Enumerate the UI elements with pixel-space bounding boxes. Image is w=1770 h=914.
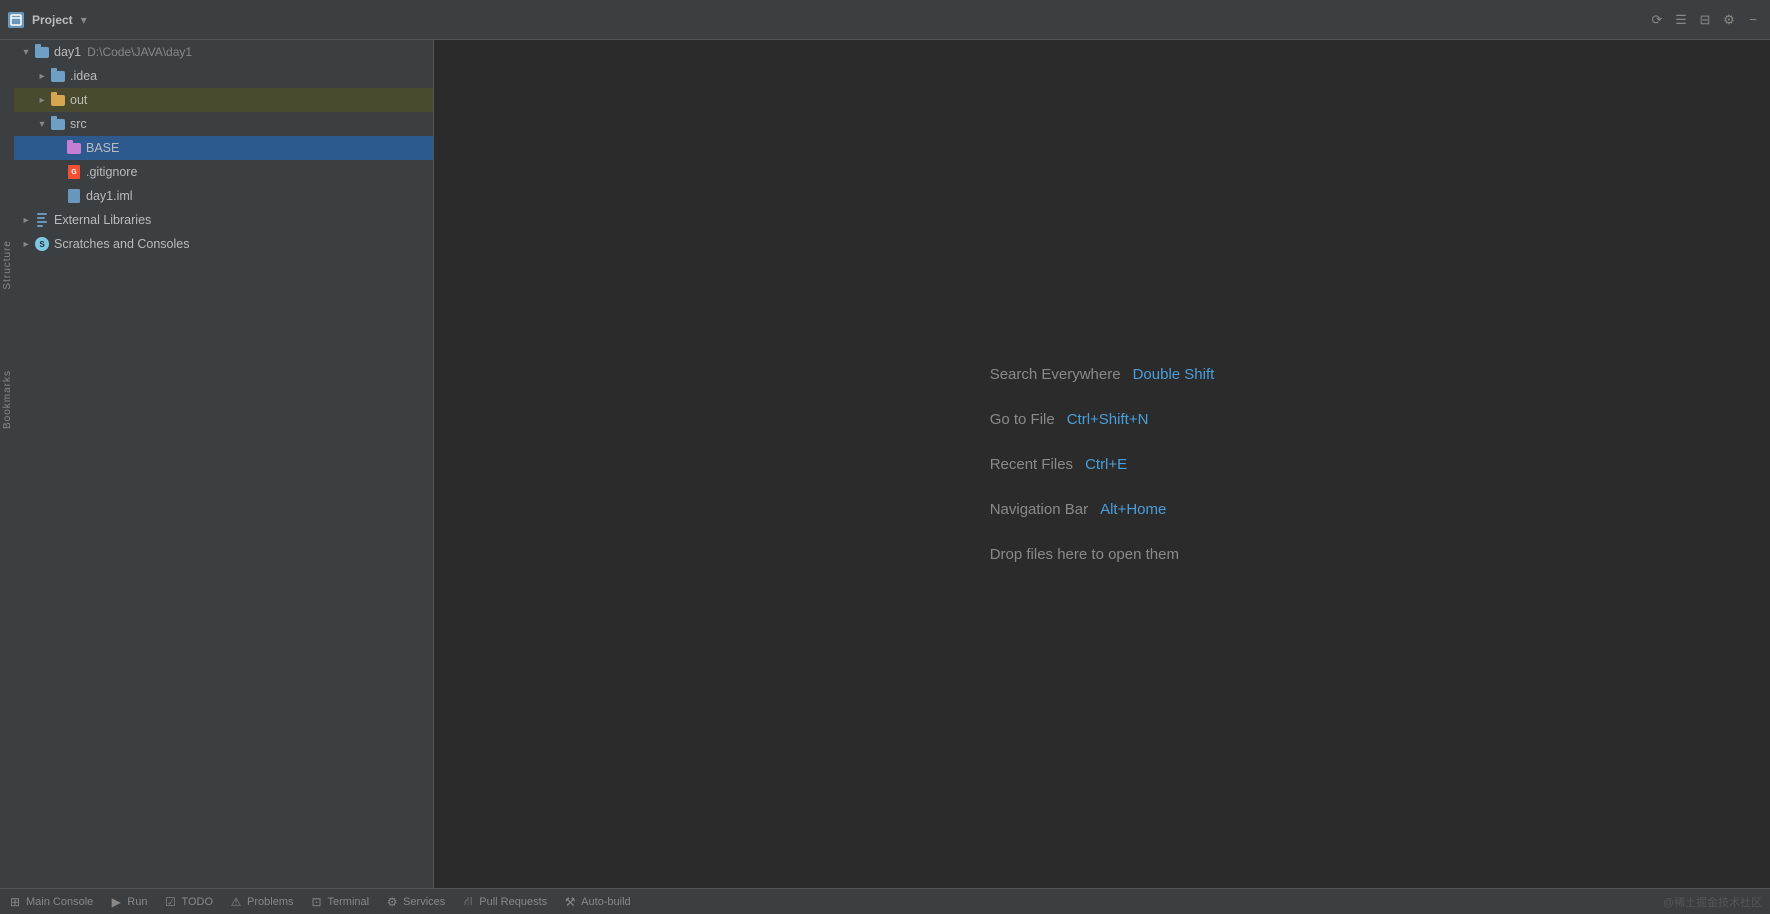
- sort-button[interactable]: ☰: [1672, 11, 1690, 29]
- goto-file-shortcut[interactable]: Ctrl+Shift+N: [1067, 411, 1149, 428]
- navigation-bar-label: Navigation Bar: [990, 501, 1088, 518]
- title-bar-left: Project ▾: [8, 12, 87, 28]
- recent-files-shortcut[interactable]: Ctrl+E: [1085, 456, 1127, 473]
- idea-folder-icon: [50, 68, 66, 84]
- navigation-bar-shortcut[interactable]: Alt+Home: [1100, 501, 1166, 518]
- out-folder-icon: [50, 92, 66, 108]
- tree-item-scratches[interactable]: S Scratches and Consoles: [14, 232, 433, 256]
- root-name: day1: [54, 45, 81, 59]
- tree-item-gitignore[interactable]: G .gitignore: [14, 160, 433, 184]
- out-arrow: [34, 92, 50, 108]
- pullreq-label: Pull Requests: [479, 896, 547, 908]
- todo-label: TODO: [181, 896, 213, 908]
- root-arrow: [18, 44, 34, 60]
- status-todo[interactable]: ☑ TODO: [163, 895, 213, 909]
- main-content: Structure Bookmarks day1 D:\Code\JAVA\da…: [0, 40, 1770, 888]
- run-icon: ▶: [109, 895, 123, 909]
- base-arrow: [50, 140, 66, 156]
- search-everywhere-shortcut[interactable]: Double Shift: [1133, 366, 1215, 383]
- base-folder-icon: [66, 140, 82, 156]
- src-label: src: [70, 117, 87, 131]
- tree-item-external-libs[interactable]: External Libraries: [14, 208, 433, 232]
- autobuild-label: Auto-build: [581, 896, 631, 908]
- status-bar: ⊞ Main Console ▶ Run ☑ TODO ⚠ Problems ⊡…: [0, 888, 1770, 914]
- titlebar-dropdown-arrow[interactable]: ▾: [81, 13, 87, 27]
- recent-files-label: Recent Files: [990, 456, 1073, 473]
- problems-icon: ⚠: [229, 895, 243, 909]
- search-everywhere-row: Search Everywhere Double Shift: [990, 366, 1215, 383]
- scratches-arrow: [18, 236, 34, 252]
- status-services[interactable]: ⚙ Services: [385, 895, 445, 909]
- src-arrow: [34, 116, 50, 132]
- status-pullreq[interactable]: ⛙ Pull Requests: [461, 895, 547, 909]
- tree-item-idea[interactable]: .idea: [14, 64, 433, 88]
- tree-item-out[interactable]: out: [14, 88, 433, 112]
- tree-item-root[interactable]: day1 D:\Code\JAVA\day1: [14, 40, 433, 64]
- tree-item-base[interactable]: BASE: [14, 136, 433, 160]
- extlibs-arrow: [18, 212, 34, 228]
- extlibs-icon: [34, 212, 50, 228]
- status-autobuild[interactable]: ⚒ Auto-build: [563, 895, 631, 909]
- settings-button[interactable]: ⚙: [1720, 11, 1738, 29]
- status-main-console[interactable]: ⊞ Main Console: [8, 895, 93, 909]
- autobuild-icon: ⚒: [563, 895, 577, 909]
- welcome-content: Search Everywhere Double Shift Go to Fil…: [990, 366, 1215, 563]
- scratches-icon: S: [34, 236, 50, 252]
- terminal-label: Terminal: [328, 896, 370, 908]
- main-console-icon: ⊞: [8, 895, 22, 909]
- status-items: ⊞ Main Console ▶ Run ☑ TODO ⚠ Problems ⊡…: [8, 895, 631, 909]
- collapse-button[interactable]: ⊟: [1696, 11, 1714, 29]
- gitignore-file-icon: G: [66, 164, 82, 180]
- minimize-button[interactable]: −: [1744, 11, 1762, 29]
- project-icon: [8, 12, 24, 28]
- tree-item-day1iml[interactable]: day1.iml: [14, 184, 433, 208]
- title-bar: Project ▾ ⟳ ☰ ⊟ ⚙ −: [0, 0, 1770, 40]
- iml-label: day1.iml: [86, 189, 133, 203]
- base-label: BASE: [86, 141, 119, 155]
- project-panel: day1 D:\Code\JAVA\day1 .idea out: [14, 40, 434, 888]
- titlebar-project-label: Project: [32, 13, 73, 27]
- sync-button[interactable]: ⟳: [1648, 11, 1666, 29]
- watermark: @稀土掘金技术社区: [1663, 894, 1762, 910]
- drop-files-label: Drop files here to open them: [990, 546, 1179, 563]
- drop-files-row: Drop files here to open them: [990, 546, 1179, 563]
- iml-file-icon: [66, 188, 82, 204]
- todo-icon: ☑: [163, 895, 177, 909]
- goto-file-row: Go to File Ctrl+Shift+N: [990, 411, 1149, 428]
- root-folder-icon: [34, 44, 50, 60]
- goto-file-label: Go to File: [990, 411, 1055, 428]
- root-path: D:\Code\JAVA\day1: [87, 45, 192, 59]
- idea-label: .idea: [70, 69, 97, 83]
- services-label: Services: [403, 896, 445, 908]
- run-label: Run: [127, 896, 147, 908]
- editor-area: Search Everywhere Double Shift Go to Fil…: [434, 40, 1770, 888]
- navigation-bar-row: Navigation Bar Alt+Home: [990, 501, 1167, 518]
- bookmarks-strip-label[interactable]: Bookmarks: [2, 370, 13, 429]
- recent-files-row: Recent Files Ctrl+E: [990, 456, 1127, 473]
- project-tree: day1 D:\Code\JAVA\day1 .idea out: [14, 40, 433, 888]
- out-label: out: [70, 93, 87, 107]
- search-everywhere-label: Search Everywhere: [990, 366, 1121, 383]
- tree-item-src[interactable]: src: [14, 112, 433, 136]
- status-terminal[interactable]: ⊡ Terminal: [310, 895, 370, 909]
- gitignore-arrow: [50, 164, 66, 180]
- structure-strip-label[interactable]: Structure: [2, 240, 13, 290]
- iml-arrow: [50, 188, 66, 204]
- problems-label: Problems: [247, 896, 293, 908]
- status-run[interactable]: ▶ Run: [109, 895, 147, 909]
- pullreq-icon: ⛙: [461, 895, 475, 909]
- title-bar-controls: ⟳ ☰ ⊟ ⚙ −: [1648, 11, 1762, 29]
- status-problems[interactable]: ⚠ Problems: [229, 895, 293, 909]
- gitignore-label: .gitignore: [86, 165, 137, 179]
- idea-arrow: [34, 68, 50, 84]
- main-console-label: Main Console: [26, 896, 93, 908]
- scratches-label: Scratches and Consoles: [54, 237, 190, 251]
- services-icon: ⚙: [385, 895, 399, 909]
- extlibs-label: External Libraries: [54, 213, 151, 227]
- src-folder-icon: [50, 116, 66, 132]
- left-strip: Structure Bookmarks: [0, 40, 14, 888]
- terminal-icon: ⊡: [310, 895, 324, 909]
